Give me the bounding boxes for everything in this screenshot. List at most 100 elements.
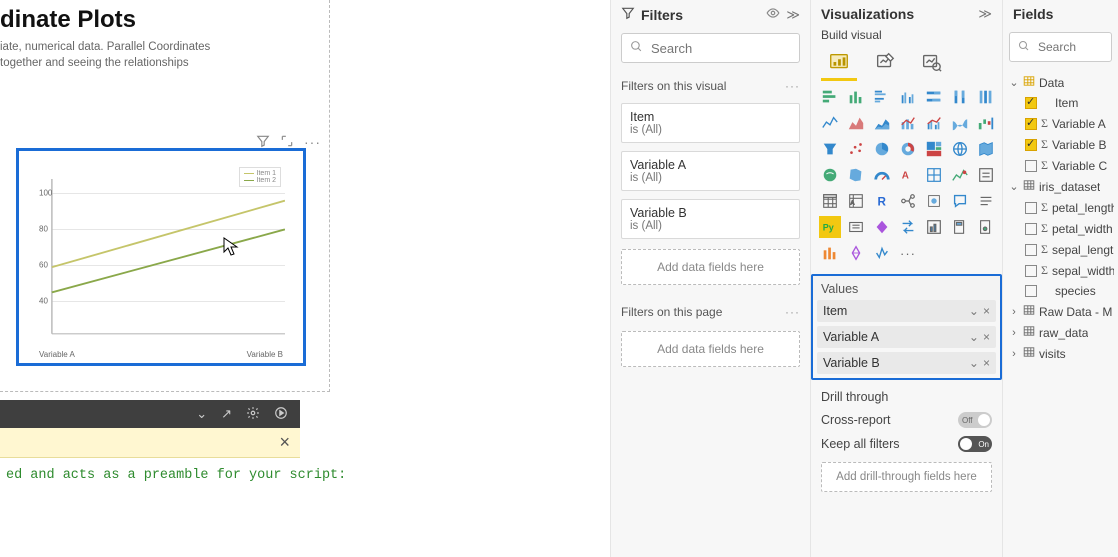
- collapse-icon[interactable]: ≫: [978, 6, 992, 22]
- column-row[interactable]: Σsepal_width: [1009, 260, 1114, 281]
- table-row[interactable]: ›Raw Data - M: [1009, 301, 1114, 322]
- hundred-stacked-bar-icon[interactable]: [923, 86, 945, 108]
- ribbon-chart-icon[interactable]: [949, 112, 971, 134]
- line-stacked-column-icon[interactable]: [897, 112, 919, 134]
- waterfall-icon[interactable]: [975, 112, 997, 134]
- checkbox[interactable]: [1025, 160, 1037, 172]
- remove-icon[interactable]: ×: [983, 304, 990, 318]
- clustered-bar-icon[interactable]: [871, 86, 893, 108]
- script-editor[interactable]: × ed and acts as a preamble for your scr…: [0, 428, 300, 557]
- arcgis-icon[interactable]: [949, 216, 971, 238]
- hundred-stacked-column-icon[interactable]: [949, 86, 971, 108]
- matrix-icon[interactable]: A: [845, 190, 867, 212]
- table-icon[interactable]: [819, 190, 841, 212]
- filled-map-icon[interactable]: [975, 138, 997, 160]
- column-row[interactable]: Σpetal_length: [1009, 197, 1114, 218]
- get-more-visuals-icon[interactable]: ···: [897, 242, 919, 264]
- clustered-column-icon[interactable]: [897, 86, 919, 108]
- table-row[interactable]: ⌄Data: [1009, 72, 1114, 93]
- custom-visual-2-icon[interactable]: [845, 242, 867, 264]
- column-row[interactable]: species: [1009, 281, 1114, 301]
- kpi-icon[interactable]: [949, 164, 971, 186]
- chevron-down-icon[interactable]: ⌄: [969, 330, 979, 344]
- more-icon[interactable]: ···: [304, 134, 321, 151]
- tab-format[interactable]: [871, 48, 899, 76]
- filter-card-variable-a[interactable]: Variable A is (All): [621, 151, 800, 191]
- funnel-icon[interactable]: [819, 138, 841, 160]
- gear-icon[interactable]: [246, 406, 260, 423]
- checkbox[interactable]: [1025, 285, 1037, 297]
- script-text[interactable]: ed and acts as a preamble for your scrip…: [0, 458, 300, 493]
- chart-visual[interactable]: 40 60 80 100 Item 1 Item 2 Variable A Va…: [16, 148, 306, 366]
- filters-search-input[interactable]: [649, 40, 791, 57]
- value-field-variable-a[interactable]: Variable A ⌄×: [817, 326, 996, 348]
- value-field-item[interactable]: Item ⌄×: [817, 300, 996, 322]
- smart-narrative-icon[interactable]: [975, 190, 997, 212]
- checkbox[interactable]: [1025, 118, 1037, 130]
- popout-icon[interactable]: ↗: [221, 406, 232, 422]
- line-chart-icon[interactable]: [819, 112, 841, 134]
- collapse-icon[interactable]: ≫: [786, 7, 800, 23]
- donut-icon[interactable]: [897, 138, 919, 160]
- remove-icon[interactable]: ×: [983, 330, 990, 344]
- visual-container[interactable]: dinate Plots iate, numerical data. Paral…: [0, 0, 330, 392]
- filter-card-variable-b[interactable]: Variable B is (All): [621, 199, 800, 239]
- goals-icon[interactable]: [923, 216, 945, 238]
- hundred-stacked-column2-icon[interactable]: [975, 86, 997, 108]
- chevron-down-icon[interactable]: ⌄: [969, 304, 979, 318]
- paginated-report-icon[interactable]: [845, 216, 867, 238]
- column-row[interactable]: Σsepal_length: [1009, 239, 1114, 260]
- map-icon[interactable]: [949, 138, 971, 160]
- decomposition-tree-icon[interactable]: [897, 190, 919, 212]
- scatter-icon[interactable]: [845, 138, 867, 160]
- checkbox[interactable]: [1025, 139, 1037, 151]
- remove-icon[interactable]: ×: [983, 356, 990, 370]
- treemap-icon[interactable]: [923, 138, 945, 160]
- chevron-down-icon[interactable]: ⌄: [969, 356, 979, 370]
- table-row[interactable]: ⌄iris_dataset: [1009, 176, 1114, 197]
- custom-visual-1-icon[interactable]: [819, 242, 841, 264]
- python-visual-icon[interactable]: Py: [819, 216, 841, 238]
- filters-search[interactable]: [621, 33, 800, 63]
- play-icon[interactable]: [274, 406, 288, 423]
- slicer-icon[interactable]: [975, 164, 997, 186]
- checkbox[interactable]: [1025, 97, 1037, 109]
- column-row[interactable]: Σpetal_width: [1009, 218, 1114, 239]
- column-row[interactable]: ΣVariable C: [1009, 155, 1114, 176]
- filters-page-dropzone[interactable]: Add data fields here: [621, 331, 800, 367]
- power-apps-icon[interactable]: [871, 216, 893, 238]
- value-field-variable-b[interactable]: Variable B ⌄×: [817, 352, 996, 374]
- report-canvas[interactable]: dinate Plots iate, numerical data. Paral…: [0, 0, 610, 557]
- shape-map-icon[interactable]: [845, 164, 867, 186]
- tab-analytics[interactable]: [917, 48, 945, 76]
- tab-build-visual[interactable]: [825, 48, 853, 76]
- column-row[interactable]: ΣVariable B: [1009, 134, 1114, 155]
- checkbox[interactable]: [1025, 265, 1037, 277]
- column-row[interactable]: Item: [1009, 93, 1114, 113]
- fields-search[interactable]: [1009, 32, 1112, 62]
- r-visual-icon[interactable]: R: [871, 190, 893, 212]
- filters-visual-dropzone[interactable]: Add data fields here: [621, 249, 800, 285]
- checkbox[interactable]: [1025, 244, 1037, 256]
- stacked-area-icon[interactable]: [871, 112, 893, 134]
- card-icon[interactable]: A: [897, 164, 919, 186]
- multi-card-icon[interactable]: [923, 164, 945, 186]
- stacked-column-icon[interactable]: [845, 86, 867, 108]
- cross-report-toggle[interactable]: [958, 412, 992, 428]
- column-row[interactable]: ΣVariable A: [1009, 113, 1114, 134]
- pie-icon[interactable]: [871, 138, 893, 160]
- close-icon[interactable]: ×: [279, 432, 290, 453]
- fields-search-input[interactable]: [1036, 39, 1103, 55]
- key-influencers-icon[interactable]: [923, 190, 945, 212]
- qna-icon[interactable]: [949, 190, 971, 212]
- keep-all-filters-toggle[interactable]: [958, 436, 992, 452]
- table-row[interactable]: ›raw_data: [1009, 322, 1114, 343]
- eye-icon[interactable]: [766, 6, 780, 23]
- area-chart-icon[interactable]: [845, 112, 867, 134]
- azure-map-icon[interactable]: [819, 164, 841, 186]
- line-clustered-column-icon[interactable]: [923, 112, 945, 134]
- custom-visual-3-icon[interactable]: [871, 242, 893, 264]
- power-automate-icon[interactable]: [897, 216, 919, 238]
- esri-icon[interactable]: [975, 216, 997, 238]
- drill-through-dropzone[interactable]: Add drill-through fields here: [821, 462, 992, 492]
